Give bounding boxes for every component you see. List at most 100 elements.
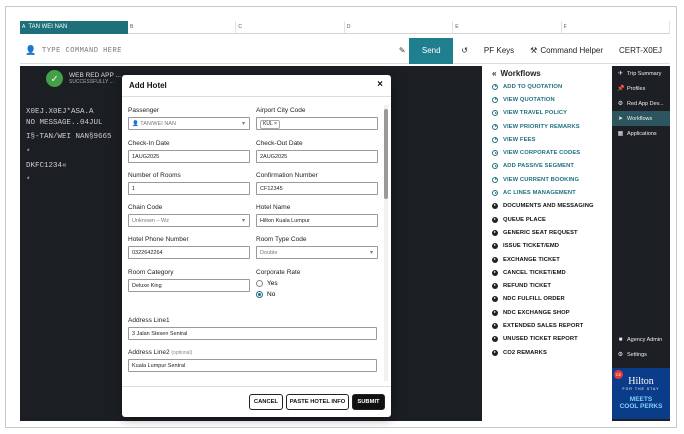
workflow-item[interactable]: GENERIC SEAT REQUEST [484, 226, 612, 239]
address2-field: Address Line2 (optional) Kuala Lumpur Se… [128, 349, 377, 372]
workflow-item-label: QUEUE PLACE [503, 216, 546, 223]
hotel-name-input[interactable]: Hilton Kuala Lumpur [256, 214, 378, 227]
tab-f[interactable]: F [561, 21, 671, 34]
submit-button[interactable]: SUBMIT [352, 394, 385, 410]
user-icon[interactable]: 👤 [20, 45, 42, 56]
checkin-input[interactable]: 1AUG2025 [128, 150, 250, 163]
session-tabs: A TAN WEI NAN B C D E F [20, 21, 671, 36]
tab-b[interactable]: B [128, 21, 237, 34]
chip-remove-icon[interactable]: × [274, 121, 277, 127]
rail-settings[interactable]: ⚙ Settings [612, 347, 670, 362]
rail-red-app-dev[interactable]: ⚙ Red App Dev... [612, 96, 670, 111]
workflow-item[interactable]: VIEW FEES [484, 133, 612, 146]
address1-field: Address Line1 3 Jalan Stesen Sentral [128, 317, 377, 340]
dialog-scrollbar[interactable] [384, 105, 388, 381]
workflow-item[interactable]: AC LINES MANAGEMENT [484, 186, 612, 199]
rail-agency-admin[interactable]: ■ Agency Admin [612, 332, 670, 347]
hilton-ad[interactable]: CE Hilton FOR THE STAY MEETS COOL PERKS [612, 368, 670, 419]
workflow-item[interactable]: EXCHANGE TICKET [484, 253, 612, 266]
rail-trip-summary[interactable]: ✈ Trip Summary [612, 66, 670, 81]
history-button[interactable]: ↺ [453, 38, 476, 64]
workflow-item[interactable]: CANCEL TICKET/EMD [484, 266, 612, 279]
play-circle-icon [492, 203, 498, 210]
confirmation-input[interactable]: CF12345 [256, 182, 378, 195]
close-icon[interactable]: × [377, 79, 383, 90]
workflow-item[interactable]: REFUND TICKET [484, 279, 612, 292]
tab-c[interactable]: C [236, 21, 345, 34]
grid-icon: ▦ [617, 131, 624, 137]
scroll-thumb[interactable] [384, 109, 388, 199]
workflow-item[interactable]: VIEW CORPORATE CODES [484, 146, 612, 159]
rail-workflows[interactable]: ➤ Workflows [612, 111, 670, 126]
terminal-line: * [26, 177, 31, 185]
corporate-yes-radio[interactable]: Yes [256, 280, 300, 287]
workflow-item[interactable]: VIEW QUOTATION [484, 93, 612, 106]
workflow-item[interactable]: ADD PASSIVE SEGMENT [484, 160, 612, 173]
command-helper-button[interactable]: ⚒ Command Helper [522, 38, 611, 64]
workflow-item[interactable]: ADD TO QUOTATION [484, 80, 612, 93]
workflow-item[interactable]: VIEW CURRENT BOOKING [484, 173, 612, 186]
command-input[interactable] [42, 46, 396, 55]
corporate-no-radio[interactable]: No [256, 291, 300, 298]
workflow-item[interactable]: UNUSED TICKET REPORT [484, 333, 612, 346]
rail-applications[interactable]: ▦ Applications [612, 126, 670, 141]
edit-icon[interactable]: ✎ [395, 46, 409, 55]
play-circle-icon [492, 110, 498, 117]
workflow-item-label: REFUND TICKET [503, 283, 551, 290]
cancel-button[interactable]: CANCEL [249, 394, 283, 410]
workflow-item[interactable]: NDC FULFILL ORDER [484, 293, 612, 306]
rooms-input[interactable]: 1 [128, 182, 250, 195]
workflow-item[interactable]: QUEUE PLACE [484, 213, 612, 226]
workflows-header: « Workflows [492, 68, 541, 78]
dialog-footer: CANCEL PASTE HOTEL INFO SUBMIT [122, 386, 391, 417]
right-rail: ✈ Trip Summary 📌 Profiles ⚙ Red App Dev... … [612, 66, 670, 421]
pf-keys-button[interactable]: PF Keys [476, 38, 522, 64]
workflow-item-label: EXTENDED SALES REPORT [503, 322, 584, 329]
confirmation-field: Confirmation Number CF12345 [256, 172, 378, 195]
workflow-item[interactable]: ISSUE TICKET/EMD [484, 240, 612, 253]
collapse-icon[interactable]: « [492, 69, 496, 78]
paste-hotel-info-button[interactable]: PASTE HOTEL INFO [286, 394, 349, 410]
airport-input[interactable]: KUL × [256, 117, 378, 130]
workflow-item[interactable]: NDC EXCHANGE SHOP [484, 306, 612, 319]
room-category-field: Room Category Deluxe King [128, 269, 250, 292]
chain-select[interactable]: Unknown – Wz ▾ [128, 214, 250, 227]
workflow-item[interactable]: VIEW PRIORITY REMARKS [484, 120, 612, 133]
address1-input[interactable]: 3 Jalan Stesen Sentral [128, 327, 377, 340]
workflow-list: ADD TO QUOTATION VIEW QUOTATION VIEW TRAVE… [484, 80, 612, 359]
add-hotel-dialog: Add Hotel × Passenger 👤 TAN/WEI NAN ▾ Air… [122, 75, 391, 417]
workflow-icon: ➤ [617, 116, 624, 122]
tab-a[interactable]: A TAN WEI NAN [20, 21, 128, 34]
workflow-item-label: VIEW CORPORATE CODES [503, 150, 581, 157]
room-category-input[interactable]: Deluxe King [128, 279, 250, 292]
phone-input[interactable]: 0322642264 [128, 246, 250, 259]
rail-profiles[interactable]: 📌 Profiles [612, 81, 670, 96]
workflow-item-label: VIEW TRAVEL POLICY [503, 110, 568, 117]
app-window: ATAN WEI NAN B C D E F 👤 ✎ Send ↺ PF Key… [5, 6, 677, 428]
passenger-field: Passenger 👤 TAN/WEI NAN ▾ [128, 107, 250, 130]
workflow-item[interactable]: DOCUMENTS AND MESSAGING [484, 200, 612, 213]
room-type-select[interactable]: Double ▾ [256, 246, 378, 259]
workflow-item[interactable]: VIEW TRAVEL POLICY [484, 107, 612, 120]
tab-e[interactable]: E [453, 21, 562, 34]
play-circle-icon [492, 190, 498, 197]
play-circle-icon [492, 283, 498, 290]
play-circle-icon [492, 243, 498, 250]
workflow-item-label: VIEW QUOTATION [503, 96, 555, 103]
play-circle-icon [492, 296, 498, 303]
play-circle-icon [492, 83, 498, 90]
cert-label: CERT-X0EJ [619, 46, 662, 55]
address2-input[interactable]: Kuala Lumpur Sentral [128, 359, 377, 372]
checkout-input[interactable]: 2AUG2025 [256, 150, 378, 163]
workflow-item[interactable]: CO2 REMARKS [484, 346, 612, 359]
passenger-select[interactable]: 👤 TAN/WEI NAN ▾ [128, 117, 250, 130]
workflows-panel: « Workflows ADD TO QUOTATION VIEW QUOTATI… [484, 66, 612, 421]
terminal-line: NO MESSAGE..04JUL [26, 119, 103, 127]
history-icon: ↺ [461, 46, 468, 55]
tab-d[interactable]: D [344, 21, 454, 34]
workflow-item[interactable]: EXTENDED SALES REPORT [484, 319, 612, 332]
airport-chip: KUL × [260, 120, 280, 129]
chevron-down-icon: ▾ [241, 218, 245, 224]
send-button[interactable]: Send [409, 37, 454, 64]
person-icon: 👤 [132, 121, 139, 127]
